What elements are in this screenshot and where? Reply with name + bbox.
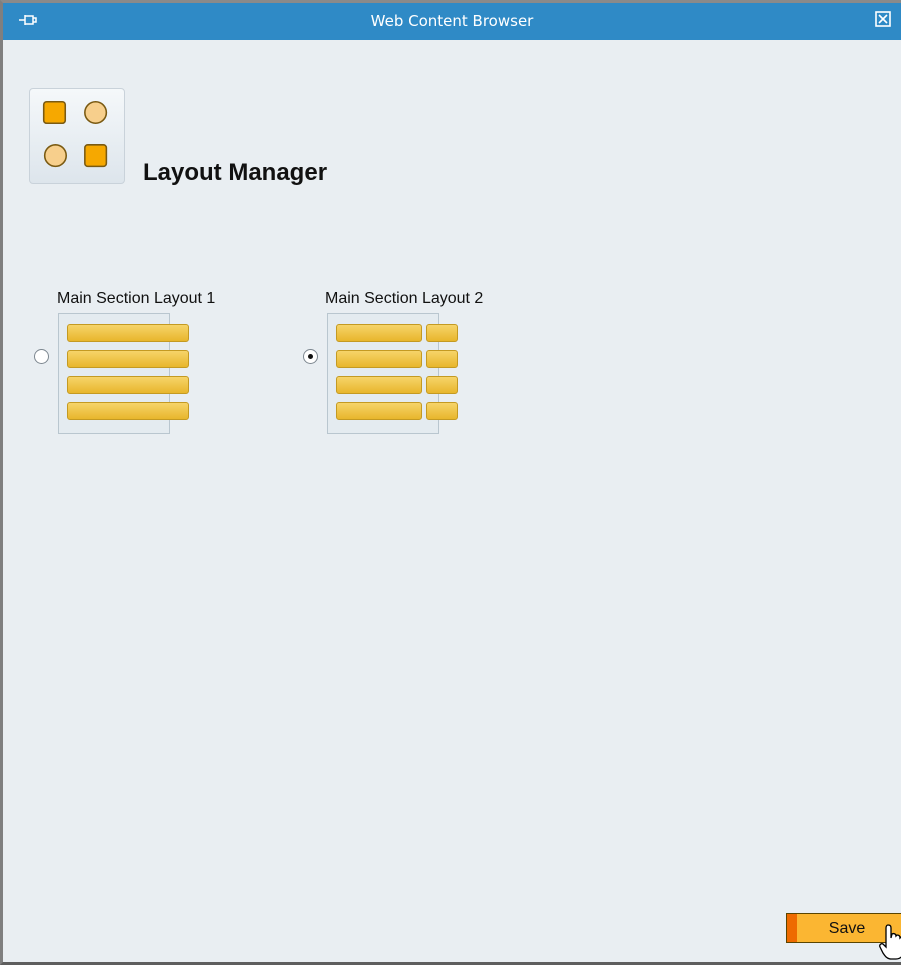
layout-bar bbox=[67, 402, 189, 420]
layout-1-label: Main Section Layout 1 bbox=[57, 290, 216, 307]
layout-bar-side bbox=[426, 350, 458, 368]
close-icon[interactable] bbox=[873, 9, 893, 29]
radio-selected-dot bbox=[308, 354, 313, 359]
dialog-window: Web Content Browser Layout Manager Main … bbox=[0, 0, 901, 965]
layout-2-preview[interactable] bbox=[327, 313, 458, 434]
layout-bar bbox=[67, 350, 189, 368]
title-bar: Web Content Browser bbox=[3, 3, 901, 40]
save-button-label: Save bbox=[828, 920, 866, 937]
layout-bar-side bbox=[426, 376, 458, 394]
layout-1-preview[interactable] bbox=[58, 313, 189, 434]
layout-bar bbox=[67, 376, 189, 394]
layout-2-radio[interactable] bbox=[303, 349, 318, 364]
layout-2-label: Main Section Layout 2 bbox=[325, 290, 484, 307]
hand-cursor-icon bbox=[879, 924, 901, 960]
layout-bar-side bbox=[426, 324, 458, 342]
layout-bar-main bbox=[336, 376, 422, 394]
page-title: Layout Manager bbox=[143, 159, 328, 186]
layout-bar-main bbox=[336, 402, 422, 420]
layout-manager-icon bbox=[29, 88, 125, 184]
layout-bar-main bbox=[336, 350, 422, 368]
layout-bar bbox=[67, 324, 189, 342]
layout-1-radio[interactable] bbox=[34, 349, 49, 364]
layout-bar-side bbox=[426, 402, 458, 420]
layout-bar-main bbox=[336, 324, 422, 342]
window-title: Web Content Browser bbox=[370, 12, 534, 30]
